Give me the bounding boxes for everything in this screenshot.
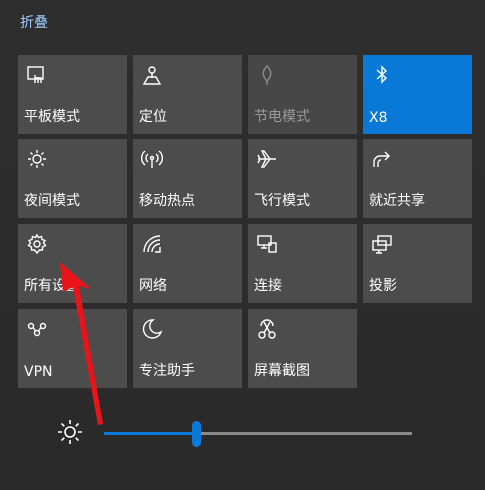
tile-label: 就近共享 (369, 193, 425, 209)
tile-mobile-hotspot[interactable]: 移动热点 (133, 139, 242, 218)
tile-label: 专注助手 (139, 363, 195, 379)
collapse-link[interactable]: 折叠 (20, 12, 48, 32)
tile-label: VPN (24, 364, 53, 380)
tile-vpn[interactable]: VPN (18, 309, 127, 388)
tile-label: 夜间模式 (24, 193, 80, 209)
tile-label: 飞行模式 (254, 193, 310, 209)
tile-label: X8 (369, 110, 388, 126)
tile-nearby-share[interactable]: 就近共享 (363, 139, 472, 218)
tile-tablet-mode[interactable]: 平板模式 (18, 55, 127, 134)
tile-all-settings[interactable]: 所有设置 (18, 224, 127, 303)
gear-icon (26, 233, 48, 255)
brightness-row (0, 405, 485, 465)
tile-label: 网络 (139, 278, 167, 294)
tile-label: 连接 (254, 278, 282, 294)
tile-screen-snip[interactable]: 屏幕截图 (248, 309, 357, 388)
network-icon (141, 233, 163, 255)
tile-label: 屏幕截图 (254, 363, 310, 379)
tablet-mode-icon (26, 64, 48, 86)
location-icon (141, 64, 163, 86)
tile-night-light[interactable]: 夜间模式 (18, 139, 127, 218)
airplane-icon (256, 148, 278, 170)
brightness-slider-fill (104, 432, 197, 435)
bluetooth-icon (371, 64, 393, 86)
tile-project[interactable]: 投影 (363, 224, 472, 303)
tile-network[interactable]: 网络 (133, 224, 242, 303)
project-icon (371, 233, 393, 255)
vpn-icon (26, 318, 48, 340)
tile-battery-saver[interactable]: 节电模式 (248, 55, 357, 134)
hotspot-icon (141, 148, 163, 170)
tile-bluetooth[interactable]: X8 (363, 55, 472, 134)
tile-label: 节电模式 (254, 109, 310, 125)
nearby-share-icon (371, 148, 393, 170)
focus-assist-icon (141, 318, 163, 340)
tile-airplane-mode[interactable]: 飞行模式 (248, 139, 357, 218)
tile-label: 平板模式 (24, 109, 80, 125)
connect-icon (256, 233, 278, 255)
tile-location[interactable]: 定位 (133, 55, 242, 134)
brightness-slider[interactable] (104, 432, 412, 435)
tile-label: 移动热点 (139, 193, 195, 209)
screen-snip-icon (256, 318, 278, 340)
tile-label: 投影 (369, 278, 397, 294)
battery-saver-icon (256, 64, 278, 86)
tile-label: 定位 (139, 109, 167, 125)
tile-label: 所有设置 (24, 278, 80, 294)
brightness-slider-thumb[interactable] (191, 421, 201, 447)
tile-connect[interactable]: 连接 (248, 224, 357, 303)
tile-focus-assist[interactable]: 专注助手 (133, 309, 242, 388)
brightness-icon (56, 418, 84, 446)
action-center-panel: 折叠 平板模式 定位 节电模式 X8 夜间模式 移动热点 飞行模式 就近共享 所… (0, 0, 485, 490)
night-light-icon (26, 148, 48, 170)
